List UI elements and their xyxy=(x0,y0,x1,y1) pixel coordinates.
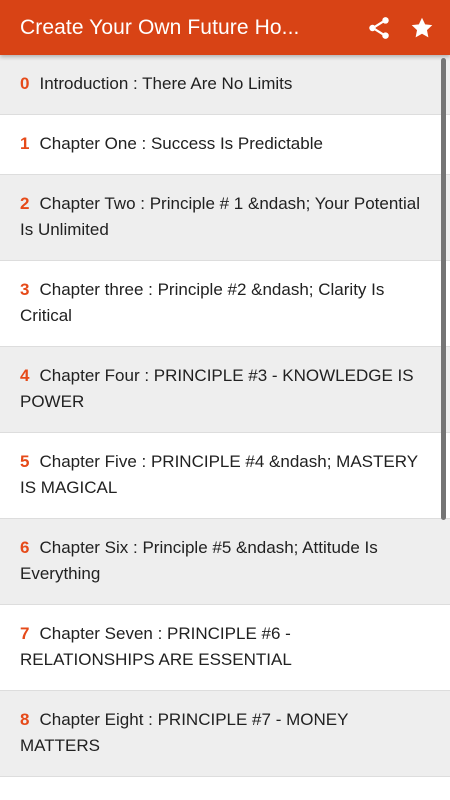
chapter-number: 7 xyxy=(20,624,30,643)
chapter-item-3[interactable]: 3 Chapter three : Principle #2 &ndash; Cl… xyxy=(0,261,450,347)
app-screen: Create Your Own Future Ho... 0 Introducti… xyxy=(0,0,450,800)
chapter-item-1[interactable]: 1 Chapter One : Success Is Predictable xyxy=(0,115,450,175)
app-title: Create Your Own Future Ho... xyxy=(20,15,300,39)
chapter-title: Chapter Eight : PRINCIPLE #7 - MONEY MAT… xyxy=(20,710,349,755)
chapter-item-2[interactable]: 2 Chapter Two : Principle # 1 &ndash; You… xyxy=(0,175,450,261)
scrollbar-thumb[interactable] xyxy=(441,58,446,520)
chapter-title: Chapter three : Principle #2 &ndash; Cla… xyxy=(20,280,385,325)
chapter-title: Chapter Five : PRINCIPLE #4 &ndash; MAST… xyxy=(20,452,418,497)
chapter-title: Chapter Six : Principle #5 &ndash; Attit… xyxy=(20,538,378,583)
chapter-number: 3 xyxy=(20,280,30,299)
chapter-item-8[interactable]: 8 Chapter Eight : PRINCIPLE #7 - MONEY MA… xyxy=(0,691,450,777)
chapter-number: 2 xyxy=(20,194,30,213)
chapter-number: 0 xyxy=(20,74,30,93)
chapter-number: 4 xyxy=(20,366,30,385)
chapter-item-4[interactable]: 4 Chapter Four : PRINCIPLE #3 - KNOWLEDGE… xyxy=(0,347,450,433)
chapter-item-partial[interactable] xyxy=(0,777,450,800)
chapter-title: Chapter Two : Principle # 1 &ndash; Your… xyxy=(20,194,421,239)
chapter-title: Introduction : There Are No Limits xyxy=(39,74,293,93)
chapter-title: Chapter Seven : PRINCIPLE #6 - RELATIONS… xyxy=(20,624,292,669)
chapter-number: 8 xyxy=(20,710,30,729)
share-icon[interactable] xyxy=(363,12,395,44)
chapter-item-7[interactable]: 7 Chapter Seven : PRINCIPLE #6 - RELATION… xyxy=(0,605,450,691)
chapter-item-6[interactable]: 6 Chapter Six : Principle #5 &ndash; Atti… xyxy=(0,519,450,605)
app-bar: Create Your Own Future Ho... xyxy=(0,0,450,55)
chapter-item-5[interactable]: 5 Chapter Five : PRINCIPLE #4 &ndash; MAS… xyxy=(0,433,450,519)
chapter-number: 1 xyxy=(20,134,30,153)
chapter-title: Chapter Four : PRINCIPLE #3 - KNOWLEDGE … xyxy=(20,366,414,411)
chapter-list[interactable]: 0 Introduction : There Are No Limits 1 Cha… xyxy=(0,55,450,800)
chapter-item-0[interactable]: 0 Introduction : There Are No Limits xyxy=(0,55,450,115)
chapter-title: Chapter One : Success Is Predictable xyxy=(39,134,323,153)
chapter-number: 5 xyxy=(20,452,30,471)
star-icon[interactable] xyxy=(406,12,438,44)
chapter-number: 6 xyxy=(20,538,30,557)
